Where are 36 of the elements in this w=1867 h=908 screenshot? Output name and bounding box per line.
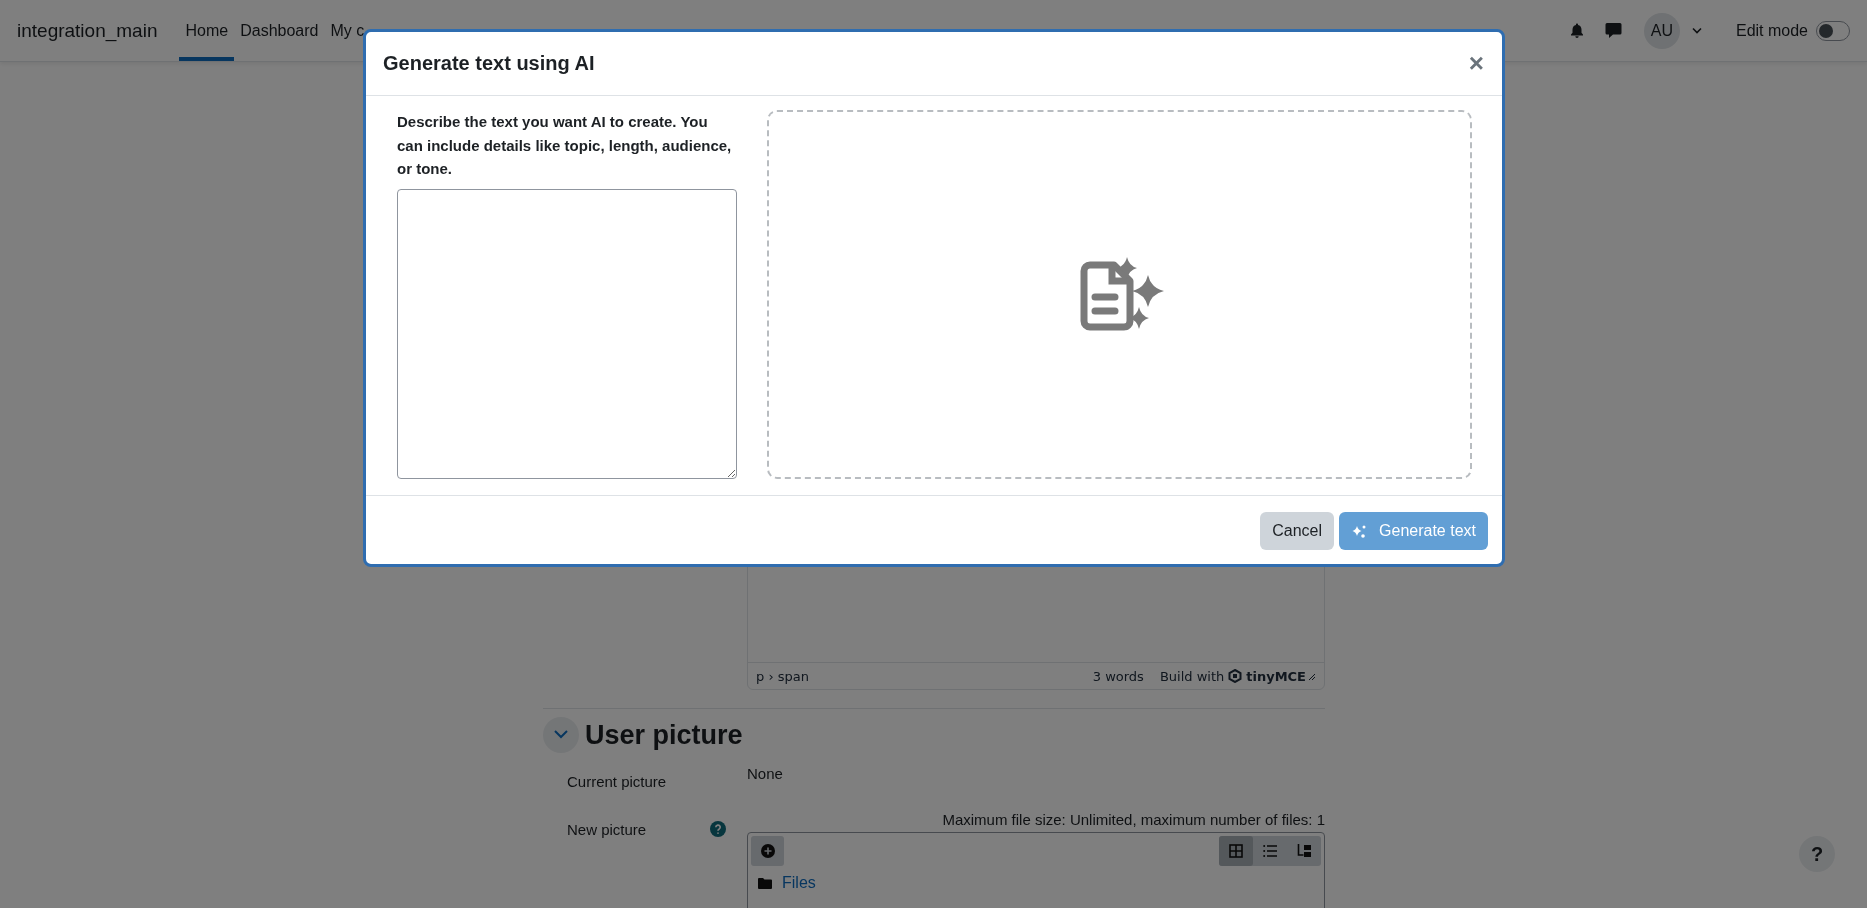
notification-bell-icon — [1568, 22, 1585, 39]
nav-tab[interactable]: Home — [179, 0, 235, 61]
cancel-button[interactable]: Cancel — [1260, 512, 1335, 550]
edit-mode-toggle[interactable] — [1816, 20, 1850, 41]
grid-icon — [1229, 844, 1243, 858]
prompt-field[interactable] — [397, 188, 737, 479]
chat-bubble-icon — [1604, 22, 1622, 39]
plus-icon — [760, 844, 775, 858]
user-avatar[interactable]: AU — [1643, 12, 1680, 49]
collapse-button[interactable] — [543, 717, 579, 753]
editor-branding[interactable]: Build with tinyMCE — [1159, 668, 1306, 684]
folder-icon — [758, 876, 772, 890]
logo-icon — [1228, 669, 1243, 683]
element-path: p › span — [756, 668, 809, 684]
file-size-note: Maximum file size: Unlimited, maximum number of files: 1 — [941, 811, 1325, 828]
field-value: None — [747, 765, 783, 782]
resize-handle-icon — [1306, 671, 1316, 681]
sparkle-icon — [1351, 523, 1368, 539]
prompt-label: Describe the text you want AI to create. You can include details like topic, length, audience, or tone. — [397, 112, 733, 179]
section-heading: User picture — [585, 719, 743, 751]
chevron-down-icon — [1691, 27, 1702, 34]
help-button[interactable]: ? — [1799, 836, 1835, 872]
word-count: 3 words — [1092, 668, 1144, 684]
add-file-button[interactable] — [751, 836, 784, 866]
help-icon[interactable] — [710, 821, 726, 837]
site-name[interactable]: integration_main — [17, 19, 158, 42]
folder-link[interactable]: Files — [782, 874, 816, 892]
field-label: Current picture — [567, 773, 667, 790]
field-label: New picture — [567, 821, 647, 838]
tree-icon — [1297, 844, 1311, 858]
nav-tab[interactable]: Dashboard — [234, 0, 325, 61]
edit-mode-label: Edit mode — [1735, 21, 1808, 40]
close-button[interactable]: × — [1468, 49, 1484, 78]
view-mode-button[interactable] — [1219, 836, 1253, 866]
dialog-title: Generate text using AI — [383, 52, 595, 75]
list-icon — [1263, 844, 1277, 858]
